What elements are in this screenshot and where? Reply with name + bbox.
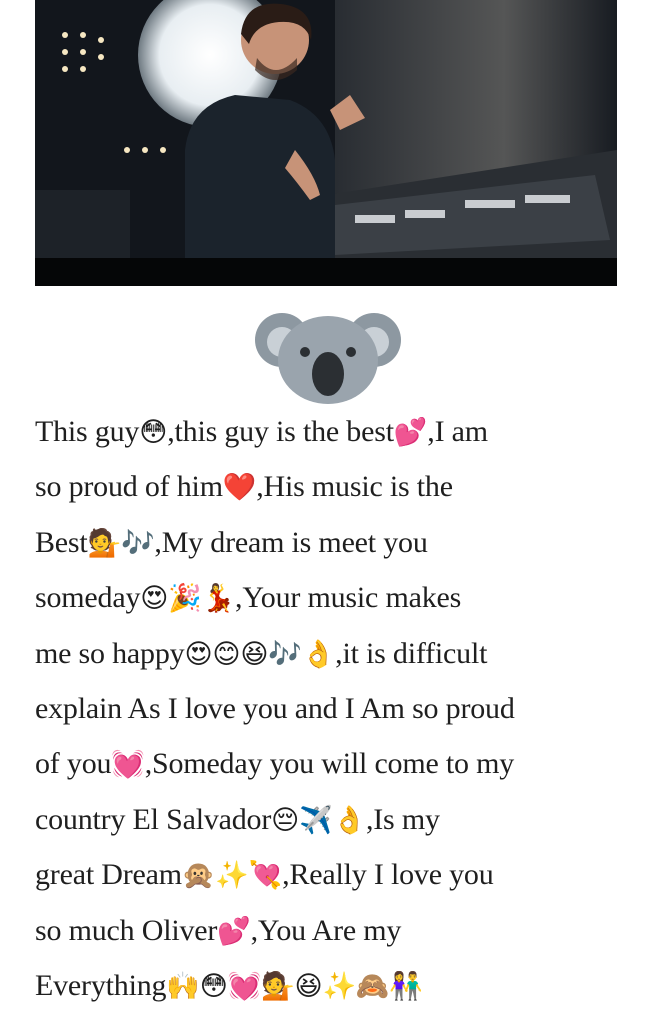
caption-line: someday😍🎉💃,Your music makes xyxy=(35,570,625,625)
caption-line: country El Salvador😔✈️👌,Is my xyxy=(35,792,625,847)
emoji-icon: 😍 xyxy=(140,583,169,615)
caption-text: ,Your music makes xyxy=(235,581,462,615)
emoji-icon: 💓 xyxy=(227,970,262,1002)
caption-text: ,Really I love you xyxy=(282,858,494,892)
post-photo[interactable] xyxy=(35,0,617,286)
caption-line: Best💁🎶,My dream is meet you xyxy=(35,515,625,570)
caption-text: explain As I love you and I Am so proud xyxy=(35,691,515,725)
emoji-icon: 💓 xyxy=(111,749,145,781)
emoji-icon: 💁 xyxy=(87,527,122,559)
emoji-icon: 💕 xyxy=(217,915,251,947)
emoji-icon: 🎶 xyxy=(268,638,302,670)
caption-text: ,I am xyxy=(427,415,488,448)
emoji-icon: 😳 xyxy=(199,970,228,1002)
emoji-icon: 💘 xyxy=(248,860,283,892)
dj-stage-photo xyxy=(35,0,617,286)
koala-icon xyxy=(254,304,402,404)
emoji-icon: 😆 xyxy=(294,970,323,1002)
emoji-icon: 😔 xyxy=(271,804,300,836)
emoji-icon: 🎶 xyxy=(120,527,155,559)
caption-text: ,Is my xyxy=(365,802,440,836)
caption-line: Everything🙌😳💓💁😆✨🙈👫 xyxy=(35,958,625,1013)
emoji-icon: 😆 xyxy=(240,638,269,670)
caption-line: explain As I love you and I Am so proud xyxy=(35,681,625,736)
emoji-icon: ❤️ xyxy=(222,472,257,504)
caption-line: great Dream🙊✨💘,Really I love you xyxy=(35,847,625,902)
caption-text: so proud of him xyxy=(35,470,223,504)
emoji-icon: 👫 xyxy=(389,970,423,1002)
caption-text: ,You Are my xyxy=(250,913,402,947)
emoji-icon: 🙈 xyxy=(355,970,390,1002)
caption-text: of you xyxy=(35,747,112,781)
emoji-icon: 😊 xyxy=(212,638,241,670)
emoji-icon: 👌 xyxy=(301,638,336,670)
post-caption: This guy😳,this guy is the best💕,I am so p… xyxy=(35,404,625,1013)
emoji-icon: ✨ xyxy=(322,970,356,1002)
emoji-icon: ✈️ xyxy=(299,804,333,836)
emoji-icon: 💁 xyxy=(261,970,295,1002)
emoji-icon: 😍 xyxy=(184,638,213,670)
emoji-icon: 💕 xyxy=(393,417,428,448)
caption-text: This guy xyxy=(35,415,140,448)
emoji-icon: ✨ xyxy=(215,860,249,892)
caption-text: Everything xyxy=(35,968,167,1002)
emoji-icon: 👌 xyxy=(332,804,367,836)
caption-text: ,His music is the xyxy=(256,470,453,504)
caption-line: This guy😳,this guy is the best💕,I am xyxy=(35,404,625,459)
caption-text: ,My dream is meet you xyxy=(154,525,428,559)
emoji-icon: 😳 xyxy=(139,417,168,448)
emoji-icon: 💃 xyxy=(201,583,236,615)
emoji-icon: 🙌 xyxy=(166,970,200,1002)
caption-line: so much Oliver💕,You Are my xyxy=(35,903,625,958)
caption-text: Best xyxy=(35,525,88,559)
caption-text: someday xyxy=(35,581,141,615)
caption-text: great Dream xyxy=(35,858,182,892)
emoji-icon: 🎉 xyxy=(168,583,202,615)
caption-text: country El Salvador xyxy=(35,802,272,836)
caption-text: ,it is difficult xyxy=(335,636,488,670)
caption-line: of you💓,Someday you will come to my xyxy=(35,736,625,791)
caption-text: ,this guy is the best xyxy=(167,415,394,448)
caption-text: me so happy xyxy=(35,636,185,670)
caption-line: me so happy😍😊😆🎶👌,it is difficult xyxy=(35,626,625,681)
caption-text: so much Oliver xyxy=(35,913,218,947)
caption-text: ,Someday you will come to my xyxy=(144,747,515,781)
emoji-icon: 🙊 xyxy=(181,860,216,892)
caption-line: so proud of him❤️,His music is the xyxy=(35,459,625,514)
